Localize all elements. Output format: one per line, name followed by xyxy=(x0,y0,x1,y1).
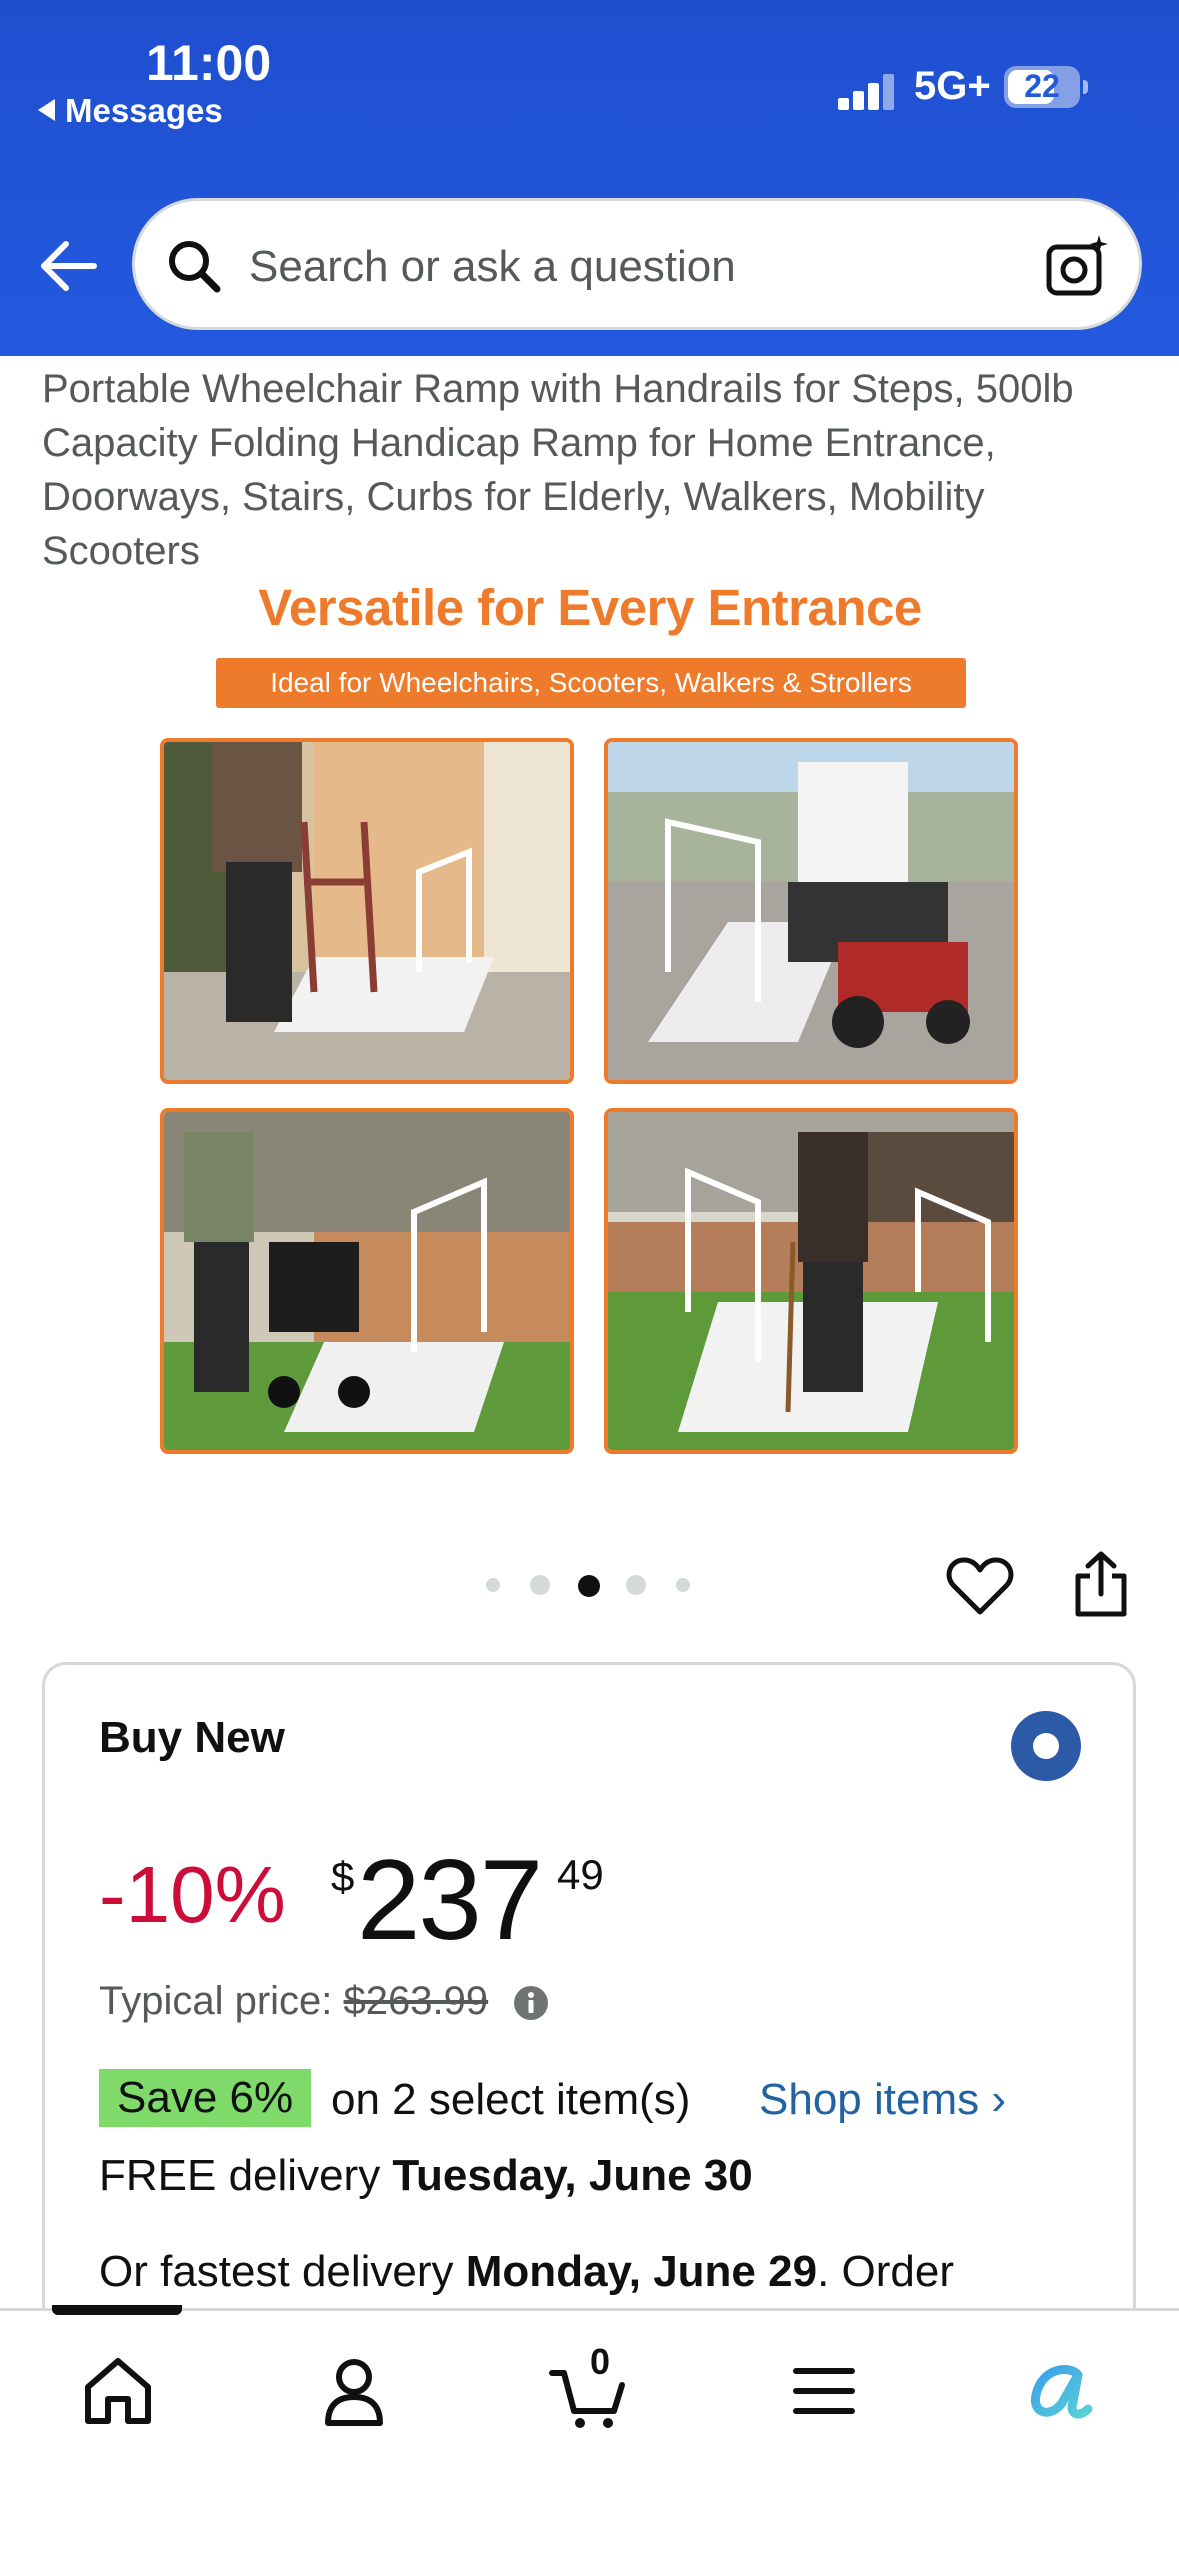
back-triangle-icon xyxy=(38,99,55,121)
fastest-delivery-info: Or fastest delivery Monday, June 29. Ord… xyxy=(99,2247,1139,2297)
shop-items-link[interactable]: Shop items › xyxy=(759,2075,1006,2125)
delivery-info: FREE delivery Tuesday, June 30 xyxy=(99,2151,753,2201)
price-whole: 237 xyxy=(357,1837,543,1964)
fastest-date: Monday, June 29 xyxy=(465,2247,818,2296)
rufus-ai-icon[interactable] xyxy=(1020,2351,1100,2431)
bottom-nav: 0 xyxy=(0,2305,1179,2556)
cart-icon[interactable] xyxy=(548,2351,628,2431)
select-items-text: on 2 select item(s) xyxy=(331,2075,691,2124)
typical-price: Typical price: $263.99 xyxy=(99,1979,488,2024)
search-icon xyxy=(169,241,221,293)
discount-percent: -10% xyxy=(99,1850,286,1939)
save-badge: Save 6% xyxy=(99,2069,312,2127)
battery-level: 22 xyxy=(1024,68,1060,104)
search-input[interactable] xyxy=(249,237,989,297)
typical-price-label: Typical price: xyxy=(99,1979,333,2023)
app-header: 11:00 Messages 5G+ 22 xyxy=(0,0,1179,356)
image-carousel-dots[interactable] xyxy=(480,1570,700,1600)
product-image[interactable]: Versatile for Every Entrance Ideal for W… xyxy=(150,578,1030,1458)
carousel-dot[interactable] xyxy=(626,1575,646,1595)
delivery-date: Tuesday, June 30 xyxy=(392,2151,753,2200)
carousel-dot-active[interactable] xyxy=(578,1575,600,1597)
status-time: 11:00 xyxy=(146,35,272,91)
cart-count: 0 xyxy=(590,2341,611,2382)
back-app-label: Messages xyxy=(65,92,223,129)
fastest-suffix: . Order xyxy=(817,2247,954,2296)
buy-new-radio[interactable] xyxy=(1011,1711,1081,1781)
price-currency: $ xyxy=(331,1853,355,1900)
home-icon[interactable] xyxy=(78,2351,158,2431)
heart-icon[interactable] xyxy=(946,1554,1014,1618)
carousel-dot[interactable] xyxy=(486,1578,500,1592)
promo-headline: Versatile for Every Entrance xyxy=(258,579,922,636)
back-to-messages[interactable]: Messages xyxy=(38,92,223,130)
share-icon[interactable] xyxy=(1072,1550,1130,1618)
buy-new-heading: Buy New xyxy=(99,1713,285,1762)
fastest-prefix: Or fastest delivery xyxy=(99,2247,466,2296)
product-title[interactable]: Portable Wheelchair Ramp with Handrails … xyxy=(42,362,1142,578)
menu-icon[interactable] xyxy=(784,2351,864,2431)
search-bar[interactable] xyxy=(132,198,1142,330)
delivery-prefix: FREE delivery xyxy=(99,2151,393,2200)
camera-lens-icon[interactable] xyxy=(1045,233,1111,299)
account-icon[interactable] xyxy=(314,2351,394,2431)
photo-walker-door xyxy=(160,738,574,1084)
promo-subtitle: Ideal for Wheelchairs, Scooters, Walkers… xyxy=(216,658,966,708)
signal-icon xyxy=(838,72,898,110)
info-icon[interactable] xyxy=(513,1985,549,2021)
network-label: 5G+ xyxy=(914,64,991,108)
carousel-dot[interactable] xyxy=(530,1575,550,1595)
photo-cane xyxy=(604,1108,1018,1454)
photo-stroller xyxy=(160,1108,574,1454)
nav-active-indicator xyxy=(52,2305,182,2315)
battery-icon: 22 xyxy=(1004,66,1088,108)
typical-price-value: $263.99 xyxy=(343,1979,489,2023)
back-arrow-icon[interactable] xyxy=(36,236,98,296)
photo-scooter xyxy=(604,738,1018,1084)
carousel-dot[interactable] xyxy=(676,1578,690,1592)
price-fraction: 49 xyxy=(557,1851,604,1898)
